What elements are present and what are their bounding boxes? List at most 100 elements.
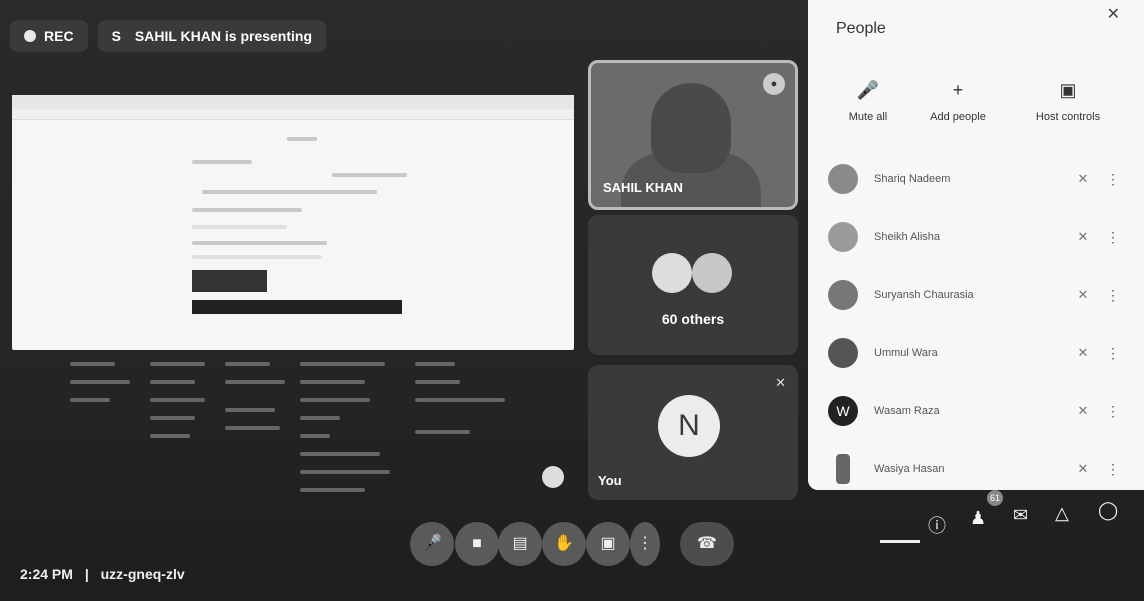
presenter-initial: S	[111, 28, 121, 44]
list-item[interactable]: Suryansh Chaurasia ✕ ⋮	[828, 266, 1128, 324]
host-controls-button[interactable]: ▣ Host controls	[1018, 80, 1118, 123]
meeting-code: uzz-gneq-zlv	[100, 566, 185, 582]
more-options-icon[interactable]: ⋮	[1098, 403, 1128, 420]
participant-name: Suryansh Chaurasia	[874, 289, 974, 301]
mute-all-button[interactable]: 🎤 Mute all	[828, 80, 908, 123]
page-text	[287, 137, 317, 141]
mute-all-label: Mute all	[848, 111, 888, 123]
top-bar: REC S SAHIL KHAN is presenting	[10, 20, 327, 52]
footer-link	[70, 398, 110, 402]
camera-off-icon: ■	[472, 535, 482, 552]
footer-link	[225, 408, 275, 412]
presenting-text: SAHIL KHAN is presenting	[134, 28, 313, 44]
shared-screen[interactable]	[12, 95, 574, 350]
self-video-tile[interactable]: ✕ N You	[588, 365, 798, 500]
host-safety-icon[interactable]: ◯	[1098, 500, 1118, 521]
more-options-icon[interactable]: ⋮	[1098, 287, 1128, 304]
browser-address-bar	[12, 109, 574, 120]
close-icon[interactable]: ✕	[1107, 4, 1120, 24]
footer-link	[225, 380, 285, 384]
participant-name: Ummul Wara	[874, 347, 938, 359]
active-indicator	[880, 540, 920, 543]
more-options-icon[interactable]: ⋮	[1098, 345, 1128, 362]
mic-toggle-button[interactable]: 🎤	[410, 522, 454, 566]
activities-icon[interactable]: △	[1055, 503, 1069, 524]
page-text	[192, 241, 327, 245]
leave-call-button[interactable]: ☎	[680, 522, 734, 566]
people-panel: People ✕ 🎤 Mute all + Add people ▣ Host …	[808, 0, 1144, 490]
presenter-face	[651, 83, 731, 173]
mic-off-icon[interactable]: ✕	[1068, 403, 1098, 419]
page-text	[202, 190, 377, 194]
avatar	[828, 164, 858, 194]
mic-off-icon[interactable]: ✕	[1068, 287, 1098, 303]
list-item[interactable]: Ummul Wara ✕ ⋮	[828, 324, 1128, 382]
mic-off-icon[interactable]: ✕	[1068, 461, 1098, 477]
others-tile[interactable]: 60 others	[588, 215, 798, 355]
mic-off-icon[interactable]: ✕	[1068, 229, 1098, 245]
participant-count-badge: 61	[987, 490, 1003, 506]
shared-page-footer	[60, 350, 570, 500]
footer-link	[415, 430, 470, 434]
mic-off-icon[interactable]: ✕	[1068, 345, 1098, 361]
list-item[interactable]: Shariq Nadeem ✕ ⋮	[828, 150, 1128, 208]
mic-off-icon: 🎤	[422, 535, 442, 552]
more-options-icon[interactable]: ⋮	[1098, 171, 1128, 188]
page-text	[192, 225, 287, 229]
hand-icon: ✋	[554, 535, 574, 552]
participant-name: Wasam Raza	[874, 405, 940, 417]
presenting-banner[interactable]: S SAHIL KHAN is presenting	[97, 20, 327, 52]
recording-indicator[interactable]: REC	[10, 20, 88, 52]
host-controls-label: Host controls	[1035, 111, 1101, 123]
chat-icon[interactable]: ✉	[1013, 505, 1028, 526]
more-options-icon[interactable]: ⋮	[1098, 461, 1128, 478]
footer-link	[415, 380, 460, 384]
list-item[interactable]: W Wasam Raza ✕ ⋮	[828, 382, 1128, 440]
camera-toggle-button[interactable]: ■	[455, 522, 499, 566]
mic-off-icon[interactable]: ✕	[1068, 171, 1098, 187]
footer-link	[150, 434, 190, 438]
footer-link	[415, 362, 455, 366]
others-count-label: 60 others	[661, 311, 725, 327]
browser-tabs	[12, 95, 574, 109]
add-people-label: Add people	[930, 111, 986, 123]
meet-window: REC S SAHIL KHAN is presenting ● SAHIL K…	[0, 0, 1144, 601]
meeting-details-icon[interactable]: ⓘ	[928, 512, 946, 538]
emoji-reaction-icon[interactable]	[542, 466, 564, 488]
add-person-icon: +	[952, 80, 964, 100]
footer-link	[300, 398, 370, 402]
footer-link	[300, 434, 330, 438]
presenter-video-tile[interactable]: ● SAHIL KHAN	[588, 60, 798, 210]
avatar	[652, 253, 692, 293]
self-avatar: N	[658, 395, 720, 457]
footer-link	[150, 398, 205, 402]
avatar	[692, 253, 732, 293]
record-icon	[24, 30, 36, 42]
end-call-icon: ☎	[697, 535, 717, 552]
presenter-name: SAHIL KHAN	[603, 180, 683, 195]
proceed-button[interactable]	[192, 300, 402, 314]
self-label: You	[598, 473, 622, 488]
more-options-button[interactable]: ⋮	[630, 522, 660, 566]
footer-link	[70, 362, 115, 366]
people-icon[interactable]: ♟	[970, 508, 986, 529]
footer-link	[300, 488, 365, 492]
more-options-icon: ⋮	[637, 535, 653, 552]
footer-link	[300, 470, 390, 474]
present-button[interactable]: ▣	[586, 522, 630, 566]
captions-button[interactable]: ▤	[498, 522, 542, 566]
add-people-button[interactable]: + Add people	[918, 80, 998, 123]
avatar	[828, 222, 858, 252]
page-text	[332, 173, 407, 177]
more-options-icon[interactable]: ⋮	[1098, 229, 1128, 246]
captions-icon: ▤	[512, 535, 528, 552]
footer-link	[415, 398, 505, 402]
list-item[interactable]: Sheikh Alisha ✕ ⋮	[828, 208, 1128, 266]
avatar	[836, 454, 850, 484]
page-text	[192, 160, 252, 164]
list-item[interactable]: Wasiya Hasan ✕ ⋮	[828, 440, 1128, 498]
meeting-info: 2:24 PM | uzz-gneq-zlv	[20, 566, 185, 582]
raise-hand-button[interactable]: ✋	[542, 522, 586, 566]
footer-link	[150, 416, 195, 420]
mic-off-icon: ✕	[775, 375, 786, 390]
